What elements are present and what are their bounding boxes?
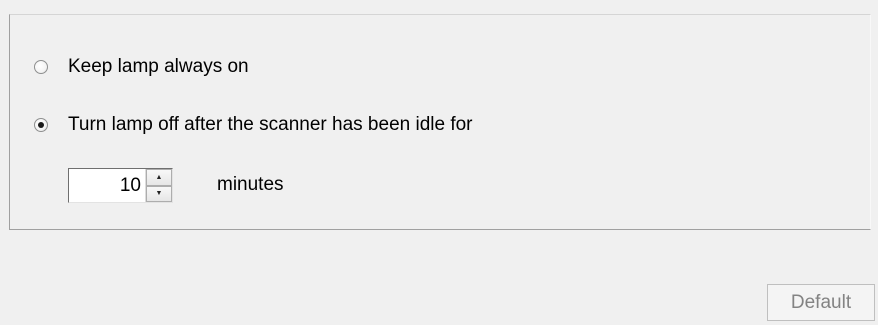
turn-lamp-off-label: Turn lamp off after the scanner has been… xyxy=(68,114,473,135)
default-button[interactable]: Default xyxy=(767,284,875,321)
arrow-up-icon: ▲ xyxy=(155,173,163,181)
arrow-down-icon: ▼ xyxy=(155,190,163,198)
turn-lamp-off-option[interactable]: Turn lamp off after the scanner has been… xyxy=(34,114,473,136)
keep-lamp-on-radio[interactable] xyxy=(34,60,48,74)
idle-minutes-spinner[interactable]: 10 ▲ ▼ xyxy=(68,168,173,203)
radio-selected-dot xyxy=(38,122,44,128)
spin-down-button[interactable]: ▼ xyxy=(146,185,172,202)
spin-up-button[interactable]: ▲ xyxy=(146,169,172,186)
idle-minutes-value[interactable]: 10 xyxy=(69,169,145,202)
top-strip xyxy=(0,0,878,14)
keep-lamp-on-label: Keep lamp always on xyxy=(68,56,249,77)
minutes-label: minutes xyxy=(217,174,284,195)
spinner-buttons: ▲ ▼ xyxy=(145,169,172,202)
keep-lamp-on-option[interactable]: Keep lamp always on xyxy=(34,56,249,78)
turn-lamp-off-radio[interactable] xyxy=(34,118,48,132)
